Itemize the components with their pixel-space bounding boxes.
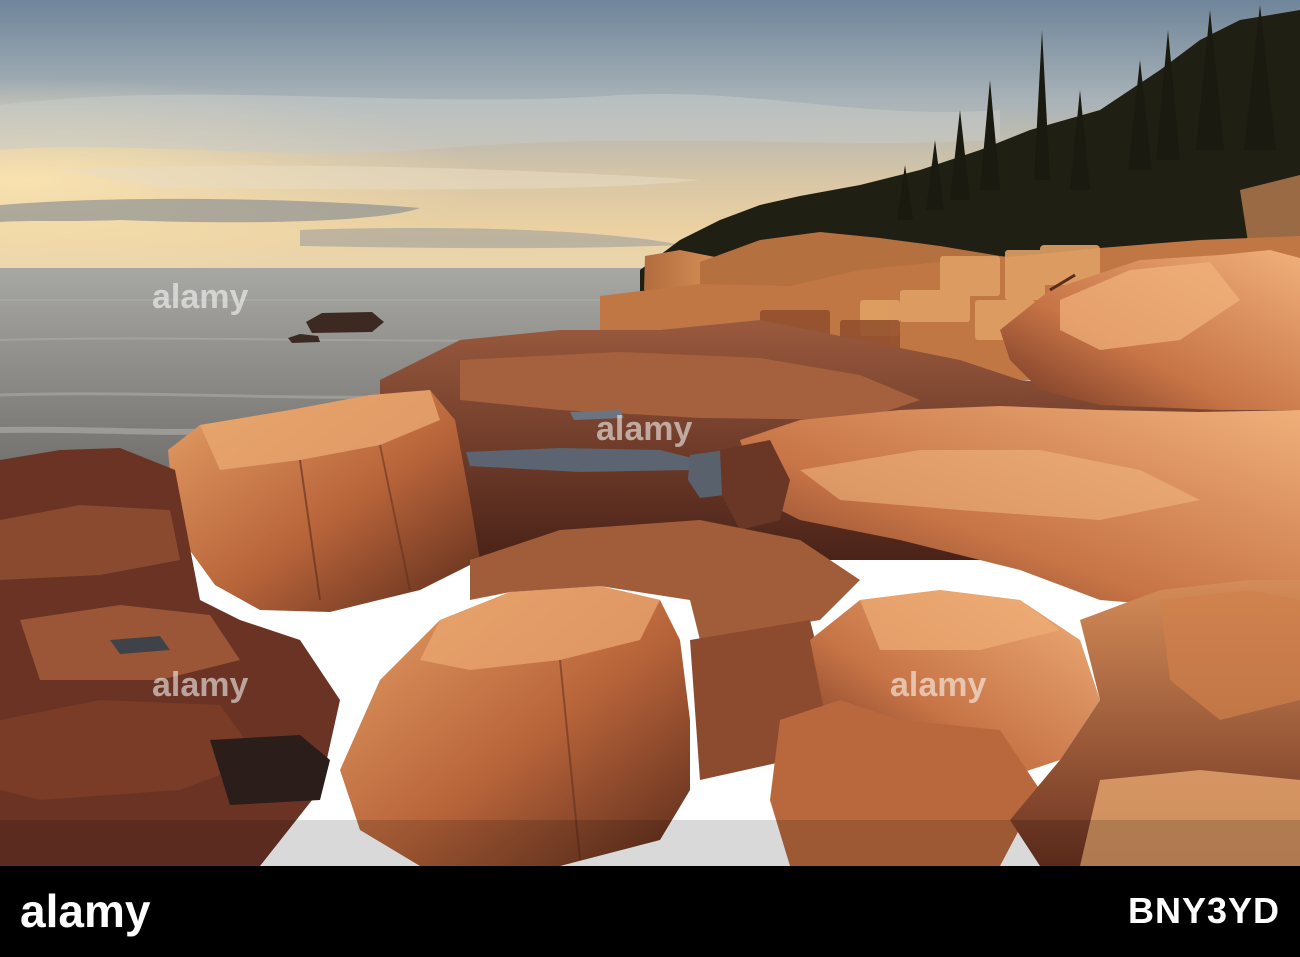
photo: alamy alamy alamy alamy (0, 0, 1300, 866)
coastal-rock-scene (0, 0, 1300, 866)
footer-bar: alamy BNY3YD (0, 866, 1300, 957)
image-code: BNY3YD (1127, 890, 1280, 931)
brand-logo: alamy (20, 885, 151, 937)
